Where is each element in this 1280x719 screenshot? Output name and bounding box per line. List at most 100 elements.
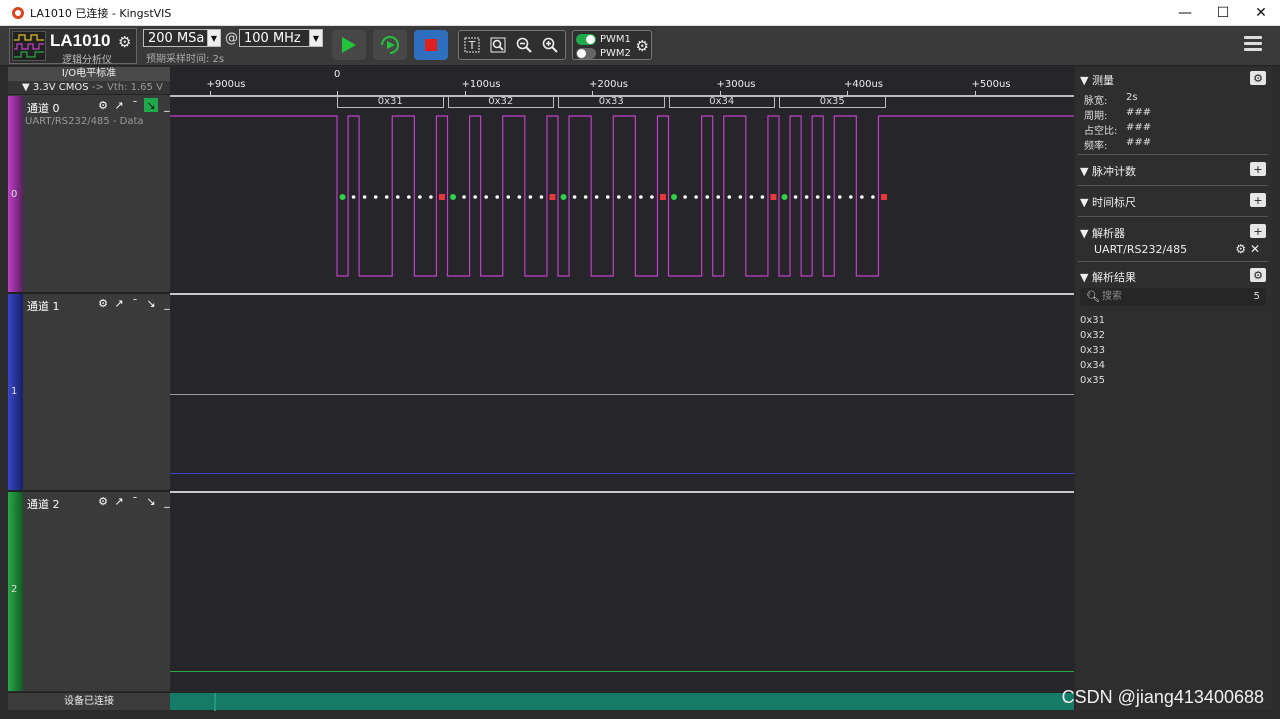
rising-edge-trigger-icon[interactable]: ↗ bbox=[112, 494, 126, 508]
measure-settings-gear-icon[interactable]: ⚙ bbox=[1250, 71, 1266, 85]
decoder-item[interactable]: UART/RS232/485 bbox=[1094, 243, 1187, 256]
analyzer-section-title[interactable]: ▼ 解析器 bbox=[1080, 225, 1125, 241]
device-settings-gear-icon[interactable]: ⚙ bbox=[118, 33, 131, 51]
channel-2-name[interactable]: 通道 2 bbox=[27, 496, 60, 512]
decoder-settings-gear-icon[interactable]: ⚙ bbox=[1235, 242, 1246, 256]
result-item[interactable]: 0x35 bbox=[1080, 373, 1266, 388]
pulse-count-section-title[interactable]: ▼ 脉冲计数 bbox=[1080, 163, 1136, 179]
falling-edge-trigger-icon[interactable]: ↘ bbox=[144, 494, 158, 508]
data-bit-marker bbox=[826, 195, 831, 199]
data-bit-marker bbox=[362, 195, 367, 199]
app-logo-icon bbox=[12, 6, 24, 19]
loop-start-button[interactable] bbox=[373, 30, 407, 60]
data-bit-marker bbox=[760, 195, 765, 199]
pwm-settings-gear-icon[interactable]: ⚙ bbox=[636, 37, 649, 55]
text-annotation-icon[interactable]: T bbox=[459, 31, 485, 59]
sample-rate-select[interactable]: 100 MHz ▼ bbox=[239, 29, 323, 47]
high-level-trigger-icon[interactable]: ¯ bbox=[128, 494, 142, 508]
stop-button[interactable] bbox=[414, 30, 448, 60]
data-bit-marker bbox=[871, 195, 875, 199]
results-search[interactable]: 🔍︎ 5 bbox=[1080, 288, 1266, 306]
channel-settings-gear-icon[interactable]: ⚙ bbox=[96, 494, 110, 508]
start-bit-marker bbox=[560, 194, 567, 200]
duty-cycle-row: 占空比: ### bbox=[1084, 122, 1152, 137]
start-bit-marker bbox=[781, 194, 788, 200]
watermark: CSDN @jiang413400688 bbox=[1061, 687, 1264, 707]
falling-edge-trigger-icon[interactable]: ↘ bbox=[144, 296, 158, 310]
search-icon: 🔍︎ bbox=[1086, 290, 1100, 303]
io-standard-select[interactable]: ▼ 3.3V CMOS -> Vth: 1.65 V bbox=[8, 81, 170, 95]
add-pulse-count-plus-icon[interactable]: + bbox=[1250, 162, 1266, 176]
decoder-remove-close-icon[interactable]: ✕ bbox=[1250, 242, 1260, 256]
play-icon bbox=[342, 37, 356, 53]
data-bit-marker bbox=[418, 195, 422, 199]
channel-0-row[interactable]: 0 通道 0 ⚙ ↗ ¯ ↘ _ UART/RS232/485 - Data bbox=[8, 96, 170, 294]
divider bbox=[1078, 216, 1268, 217]
data-bit-marker bbox=[506, 195, 511, 199]
data-bit-marker bbox=[572, 195, 577, 199]
rising-edge-trigger-icon[interactable]: ↗ bbox=[112, 98, 126, 112]
high-level-trigger-icon[interactable]: ¯ bbox=[128, 98, 142, 112]
data-bit-marker bbox=[539, 195, 544, 199]
channel-0-signal bbox=[170, 115, 1074, 277]
divider bbox=[1078, 185, 1268, 186]
stop-bit-marker bbox=[549, 194, 556, 200]
data-bit-marker bbox=[837, 195, 842, 199]
pwm2-toggle-row[interactable]: PWM2 bbox=[576, 47, 631, 60]
channel-settings-gear-icon[interactable]: ⚙ bbox=[96, 98, 110, 112]
results-list: 0x31 0x32 0x33 0x34 0x35 bbox=[1080, 313, 1266, 388]
channel-1-signal bbox=[170, 473, 1074, 474]
zoom-in-icon[interactable] bbox=[537, 31, 563, 59]
results-section-title[interactable]: ▼ 解析结果 bbox=[1080, 269, 1136, 285]
io-threshold: -> Vth: 1.65 V bbox=[91, 82, 163, 93]
close-button[interactable]: ✕ bbox=[1242, 0, 1280, 26]
data-bit-marker bbox=[793, 195, 798, 199]
data-bit-marker bbox=[495, 195, 500, 199]
data-bit-marker bbox=[683, 195, 687, 199]
channel-0-name[interactable]: 通道 0 bbox=[27, 100, 60, 116]
device-box[interactable]: LA1010 逻辑分析仪 ⚙ bbox=[9, 28, 137, 66]
data-bit-marker bbox=[804, 195, 809, 199]
maximize-button[interactable]: ☐ bbox=[1204, 0, 1242, 26]
result-count: 5 bbox=[1253, 291, 1260, 302]
result-item[interactable]: 0x33 bbox=[1080, 343, 1266, 358]
data-bit-marker bbox=[749, 195, 754, 199]
minimize-button[interactable]: — bbox=[1166, 0, 1204, 26]
pwm-group: PWM1 PWM2 ⚙ bbox=[572, 30, 652, 60]
connection-status: 设备已连接 bbox=[8, 692, 170, 710]
results-settings-gear-icon[interactable]: ⚙ bbox=[1250, 268, 1266, 282]
result-item[interactable]: 0x34 bbox=[1080, 358, 1266, 373]
pwm1-toggle-row[interactable]: PWM1 bbox=[576, 33, 631, 46]
add-analyzer-plus-icon[interactable]: + bbox=[1250, 224, 1266, 238]
search-input[interactable] bbox=[1102, 289, 1242, 304]
at-symbol: @ bbox=[225, 31, 238, 46]
falling-edge-trigger-icon[interactable]: ↘ bbox=[144, 98, 158, 112]
measure-section-title[interactable]: ▼ 测量 bbox=[1080, 72, 1114, 88]
data-bit-marker bbox=[605, 195, 610, 199]
high-level-trigger-icon[interactable]: ¯ bbox=[128, 296, 142, 310]
channel-1-name[interactable]: 通道 1 bbox=[27, 298, 60, 314]
result-item[interactable]: 0x31 bbox=[1080, 313, 1266, 328]
start-button[interactable] bbox=[332, 30, 366, 60]
waveform-area[interactable]: +900us 0 +100us +200us +300us +400us +500us 0x… bbox=[170, 67, 1074, 691]
channel-settings-gear-icon[interactable]: ⚙ bbox=[96, 296, 110, 310]
result-item[interactable]: 0x32 bbox=[1080, 328, 1266, 343]
zoom-out-icon[interactable] bbox=[511, 31, 537, 59]
pwm2-toggle[interactable] bbox=[576, 48, 596, 59]
sample-depth-value: 200 MSa bbox=[148, 30, 205, 46]
divider bbox=[1078, 154, 1268, 155]
hamburger-menu-icon[interactable] bbox=[1244, 36, 1262, 54]
rising-edge-trigger-icon[interactable]: ↗ bbox=[112, 296, 126, 310]
channel-2-row[interactable]: 2 通道 2 ⚙ ↗ ¯ ↘ _ bbox=[8, 492, 170, 691]
zoom-fit-icon[interactable] bbox=[485, 31, 511, 59]
timeline-scrollbar[interactable] bbox=[170, 692, 1074, 711]
time-ruler-section-title[interactable]: ▼ 时间标尺 bbox=[1080, 194, 1136, 210]
sample-depth-select[interactable]: 200 MSa ▼ bbox=[143, 29, 221, 47]
channel-1-row[interactable]: 1 通道 1 ⚙ ↗ ¯ ↘ _ bbox=[8, 294, 170, 492]
sample-rate-value: 100 MHz bbox=[244, 30, 301, 46]
data-bit-marker bbox=[473, 195, 477, 199]
pwm1-toggle[interactable] bbox=[576, 34, 596, 45]
add-time-ruler-plus-icon[interactable]: + bbox=[1250, 193, 1266, 207]
timeline-position-marker[interactable] bbox=[214, 693, 216, 711]
io-standard-header: I/O电平标准 bbox=[8, 67, 170, 81]
